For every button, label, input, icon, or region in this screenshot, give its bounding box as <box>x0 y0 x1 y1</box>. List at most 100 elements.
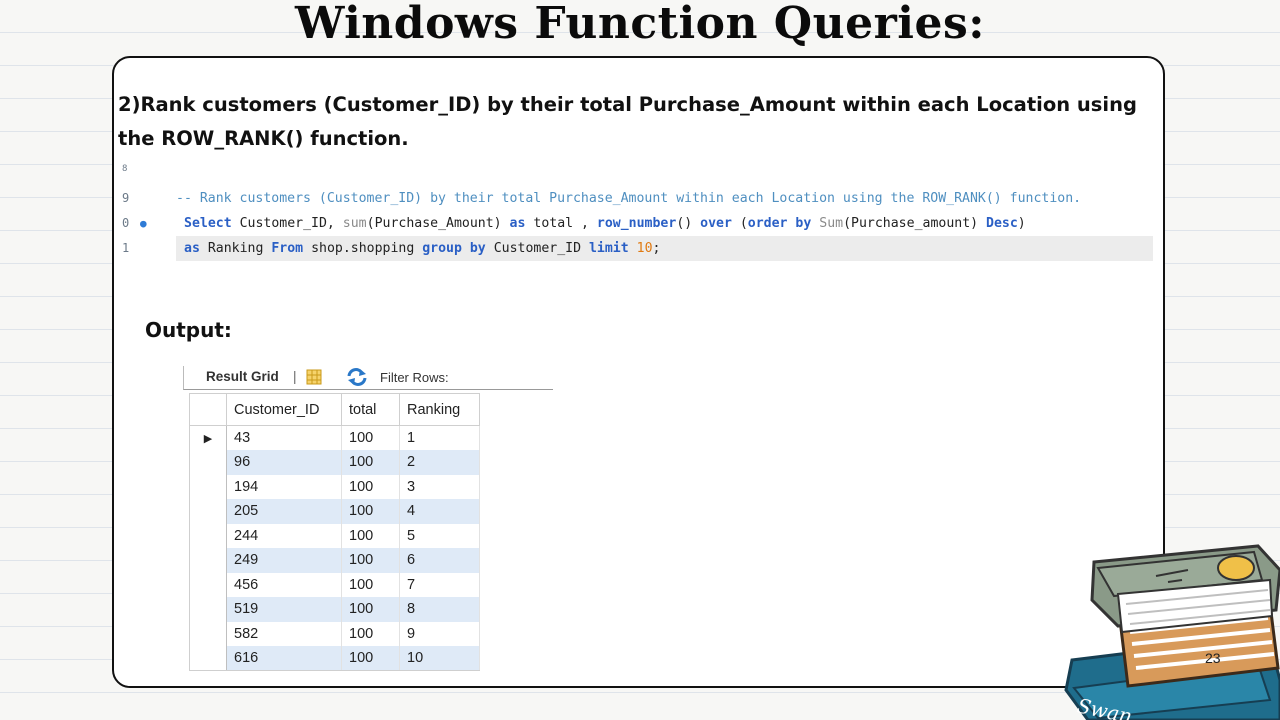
table-row[interactable]: 244 100 5 <box>189 523 480 548</box>
code-line-10: 0 ● Select Customer_ID, sum(Purchase_Amo… <box>118 211 1154 236</box>
grid-view-icon[interactable] <box>306 369 322 385</box>
cell-customer-id[interactable]: 244 <box>226 523 342 548</box>
cell-customer-id[interactable]: 96 <box>226 450 342 475</box>
row-selected-arrow-icon[interactable]: ▶ <box>189 425 227 450</box>
cell-total[interactable]: 100 <box>341 621 400 646</box>
code-token: ; <box>652 241 661 256</box>
slide-title: Windows Function Queries: <box>294 0 986 49</box>
row-selector[interactable] <box>189 523 227 548</box>
sql-statement-line-2: as Ranking From shop.shopping group by C… <box>184 236 660 261</box>
row-selector[interactable] <box>189 450 227 475</box>
result-grid-table: Customer_ID total Ranking ▶ 43 100 1 96 100 2 1… <box>189 393 480 671</box>
table-row[interactable]: 249 100 6 <box>189 548 480 573</box>
row-selector[interactable] <box>189 572 227 597</box>
execution-marker-icon: ● <box>140 217 147 230</box>
cell-customer-id[interactable]: 205 <box>226 499 342 524</box>
cell-ranking[interactable]: 1 <box>399 425 480 450</box>
cell-customer-id[interactable]: 43 <box>226 425 342 450</box>
code-token: Customer_ID <box>485 241 589 256</box>
code-token: shop.shopping <box>303 241 423 256</box>
table-row[interactable]: 616 100 10 <box>189 646 480 671</box>
cell-total[interactable]: 100 <box>341 523 400 548</box>
cell-total[interactable]: 100 <box>341 646 400 671</box>
row-selector[interactable] <box>189 499 227 524</box>
question-text: 2)Rank customers (Customer_ID) by their … <box>118 93 1137 150</box>
code-line-8: 8 <box>118 162 1154 176</box>
kw-group-by: group by <box>422 241 486 256</box>
code-token: Ranking <box>199 241 272 256</box>
cell-customer-id[interactable]: 616 <box>226 646 342 671</box>
kw-select: Select <box>184 216 232 231</box>
current-line-highlight: as Ranking From shop.shopping group by C… <box>176 236 1153 261</box>
page-number: 23 <box>1205 650 1221 666</box>
code-token: ( <box>731 216 748 231</box>
line-number: 9 <box>122 191 130 205</box>
code-line-9: 9 -- Rank customers (Customer_ID) by the… <box>118 186 1154 211</box>
cell-total[interactable]: 100 <box>341 450 400 475</box>
line-number: 0 <box>122 216 130 230</box>
code-token: Customer_ID, <box>231 216 343 231</box>
cell-ranking[interactable]: 9 <box>399 621 480 646</box>
fn-sum: Sum <box>819 216 844 231</box>
table-row[interactable]: 205 100 4 <box>189 499 480 524</box>
cell-ranking[interactable]: 4 <box>399 499 480 524</box>
cell-ranking[interactable]: 8 <box>399 597 480 622</box>
cell-ranking[interactable]: 6 <box>399 548 480 573</box>
code-token: total , <box>525 216 597 231</box>
column-header-total[interactable]: total <box>341 393 400 426</box>
result-grid-toolbar: Result Grid | Filter Rows: <box>183 366 553 390</box>
table-row[interactable]: 582 100 9 <box>189 621 480 646</box>
result-grid-tab[interactable]: Result Grid <box>206 369 279 384</box>
column-header-ranking[interactable]: Ranking <box>399 393 480 426</box>
code-token: (Purchase_amount) <box>843 216 987 231</box>
code-token: ) <box>1017 216 1026 231</box>
sql-code-editor[interactable]: 8 9 -- Rank customers (Customer_ID) by t… <box>118 162 1158 262</box>
line-number: 8 <box>122 164 128 174</box>
cell-customer-id[interactable]: 249 <box>226 548 342 573</box>
table-row[interactable]: ▶ 43 100 1 <box>189 425 480 450</box>
cell-ranking[interactable]: 10 <box>399 646 480 671</box>
line-number: 1 <box>122 241 130 255</box>
kw-limit: limit <box>588 241 629 256</box>
cell-customer-id[interactable]: 519 <box>226 597 342 622</box>
toolbar-separator: | <box>293 369 297 384</box>
row-selector[interactable] <box>189 597 227 622</box>
table-row[interactable]: 194 100 3 <box>189 474 480 499</box>
row-selector[interactable] <box>189 474 227 499</box>
books-illustration: Swan <box>1064 544 1280 720</box>
row-selector[interactable] <box>189 621 227 646</box>
kw-as: as <box>184 241 200 256</box>
cell-total[interactable]: 100 <box>341 499 400 524</box>
table-row[interactable]: 96 100 2 <box>189 450 480 475</box>
cell-total[interactable]: 100 <box>341 548 400 573</box>
limit-value: 10 <box>636 241 653 256</box>
row-selector[interactable] <box>189 548 227 573</box>
row-selector[interactable] <box>189 646 227 671</box>
cell-ranking[interactable]: 2 <box>399 450 480 475</box>
kw-from: From <box>271 241 304 256</box>
cell-customer-id[interactable]: 582 <box>226 621 342 646</box>
table-row[interactable]: 519 100 8 <box>189 597 480 622</box>
cell-ranking[interactable]: 7 <box>399 572 480 597</box>
cell-total[interactable]: 100 <box>341 572 400 597</box>
cell-ranking[interactable]: 5 <box>399 523 480 548</box>
kw-as: as <box>509 216 526 231</box>
kw-over: over <box>700 216 732 231</box>
code-token: (Purchase_Amount) <box>366 216 510 231</box>
kw-order-by: order by <box>747 216 812 231</box>
row-selector-header[interactable] <box>189 393 227 426</box>
sql-statement-line-1: Select Customer_ID, sum(Purchase_Amount)… <box>184 211 1026 236</box>
cell-total[interactable]: 100 <box>341 597 400 622</box>
fn-row-number: row_number <box>596 216 677 231</box>
cell-ranking[interactable]: 3 <box>399 474 480 499</box>
column-header-customer-id[interactable]: Customer_ID <box>226 393 342 426</box>
refresh-icon[interactable] <box>345 367 369 387</box>
cell-customer-id[interactable]: 456 <box>226 572 342 597</box>
cell-total[interactable]: 100 <box>341 474 400 499</box>
sql-comment: -- Rank customers (Customer_ID) by their… <box>176 191 1082 206</box>
cell-total[interactable]: 100 <box>341 425 400 450</box>
fn-sum: sum <box>342 216 367 231</box>
table-row[interactable]: 456 100 7 <box>189 572 480 597</box>
cell-customer-id[interactable]: 194 <box>226 474 342 499</box>
